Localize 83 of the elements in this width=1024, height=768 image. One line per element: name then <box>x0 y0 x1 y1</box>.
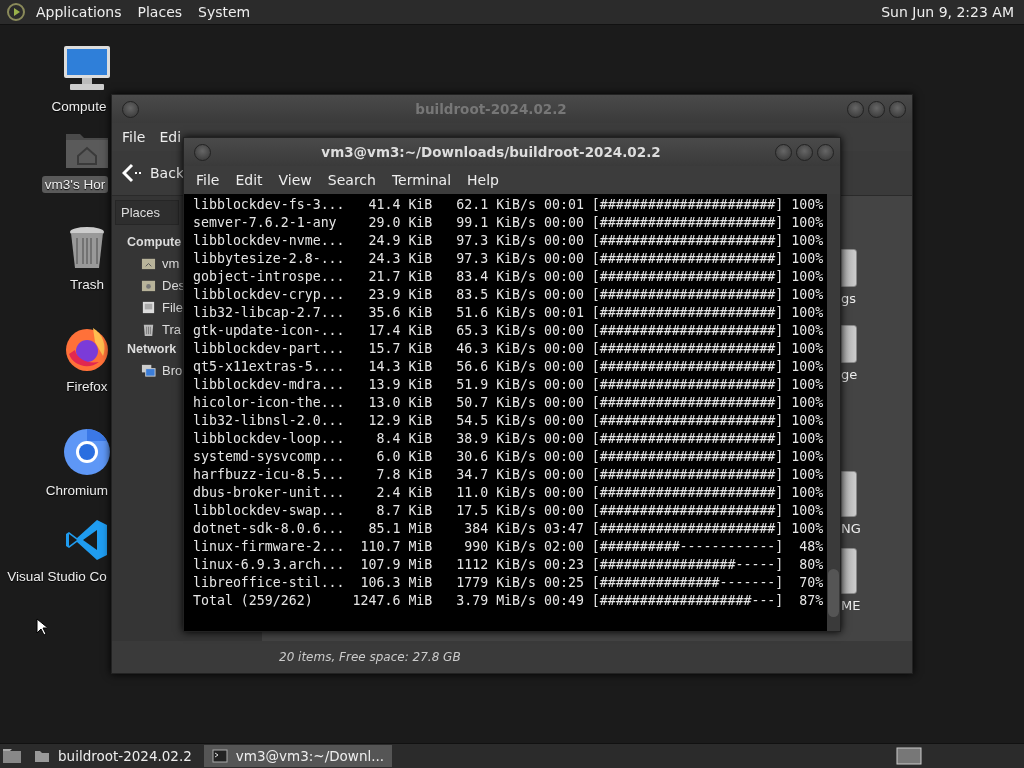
window-control-button[interactable] <box>775 143 792 161</box>
window-title: vm3@vm3:~/Downloads/buildroot-2024.02.2 <box>320 144 662 160</box>
computer-icon <box>62 44 112 92</box>
file-icon[interactable] <box>841 548 857 594</box>
panel-menu[interactable]: Applications <box>30 2 128 22</box>
terminal-line: libbytesize-2.8-... 24.3 KiB 97.3 KiB/s 00:00 [######################] 100% <box>193 250 825 268</box>
item-label[interactable]: gs <box>841 291 857 306</box>
window-control-button[interactable] <box>122 100 139 118</box>
window-control-button[interactable] <box>889 100 906 118</box>
menu-item[interactable]: Edi <box>159 127 182 147</box>
terminal-line: dbus-broker-unit... 2.4 KiB 11.0 KiB/s 00:00 [######################] 100% <box>193 484 825 502</box>
folder-icon <box>34 749 50 763</box>
item-label[interactable]: ME <box>841 598 861 613</box>
terminal-line: lib32-libnsl-2.0... 12.9 KiB 54.5 KiB/s 00:00 [######################] 100% <box>193 412 825 430</box>
terminal-line: hicolor-icon-the... 13.0 KiB 50.7 KiB/s 00:00 [######################] 100% <box>193 394 825 412</box>
desktop-icon-label[interactable]: Chromium <box>42 482 112 499</box>
terminal-line: qt5-x11extras-5.... 14.3 KiB 56.6 KiB/s 00:00 [######################] 100% <box>193 358 825 376</box>
terminal-line: gtk-update-icon-... 17.4 KiB 65.3 KiB/s 00:00 [######################] 100% <box>193 322 825 340</box>
terminal-line: linux-firmware-2... 110.7 MiB 990 KiB/s 02:00 [##########------------] 48% <box>193 538 825 556</box>
workspace-pager-icon[interactable] <box>896 747 922 765</box>
terminal-line: libblockdev-mdra... 13.9 KiB 51.9 KiB/s 00:00 [######################] 100% <box>193 376 825 394</box>
terminal-line: linux-6.9.3.arch... 107.9 MiB 1112 KiB/s 00:23 [#################-----] 80% <box>193 556 825 574</box>
trash-icon <box>68 226 106 270</box>
status-text: 20 items, Free space: 27.8 GB <box>279 650 461 664</box>
panel-menu[interactable]: System <box>192 2 257 22</box>
window-control-button[interactable] <box>817 143 834 161</box>
terminal-line: libblockdev-swap... 8.7 KiB 17.5 KiB/s 00:00 [######################] 100% <box>193 502 825 520</box>
window-control-button[interactable] <box>796 143 813 161</box>
app-icon <box>65 518 109 562</box>
menu-item[interactable]: File <box>188 170 228 190</box>
drive-icon <box>141 299 156 315</box>
folder-icon[interactable] <box>841 249 857 287</box>
back-button[interactable]: Back <box>122 163 184 183</box>
menu-item[interactable]: Terminal <box>383 170 460 190</box>
folder-icon[interactable] <box>841 325 857 363</box>
terminal-icon <box>211 749 228 763</box>
menu-item[interactable]: Help <box>459 170 507 190</box>
terminal-line: libreoffice-stil... 106.3 MiB 1779 KiB/s 00:25 [###############-------] 70% <box>193 574 825 592</box>
item-label[interactable]: NG <box>841 521 861 536</box>
desktop-icon-label[interactable]: Trash <box>67 276 107 293</box>
terminal-line: libblockdev-nvme... 24.9 KiB 97.3 KiB/s 00:00 [######################] 100% <box>193 232 825 250</box>
desktop-icon-label[interactable]: Compute <box>48 98 110 115</box>
task-button[interactable]: vm3@vm3:~/Downl... <box>203 745 393 767</box>
terminal-line: Total (259/262) 1247.6 MiB 3.79 MiB/s 00:49 [###################---] 87% <box>193 592 825 610</box>
terminal-line: libblockdev-part... 15.7 KiB 46.3 KiB/s 00:00 [######################] 100% <box>193 340 825 358</box>
mouse-pointer-icon <box>36 618 47 636</box>
terminal-line: libblockdev-fs-3... 41.4 KiB 62.1 KiB/s 00:01 [######################] 100% <box>193 196 825 214</box>
show-desktop-icon[interactable] <box>2 747 22 765</box>
window-control-button[interactable] <box>194 143 211 161</box>
menu-item[interactable]: View <box>270 170 320 190</box>
menu-item[interactable]: Search <box>319 170 384 190</box>
file-icon[interactable] <box>841 471 857 517</box>
terminal-line: dotnet-sdk-8.0.6... 85.1 MiB 384 KiB/s 03:47 [######################] 100% <box>193 520 825 538</box>
panel-menu[interactable]: Places <box>131 2 189 22</box>
sidebar-item[interactable]: Tra <box>162 321 182 337</box>
desktop-icon-label[interactable]: Visual Studio Co <box>4 568 110 585</box>
terminal-line: harfbuzz-icu-8.5... 7.8 KiB 34.7 KiB/s 00:00 [######################] 100% <box>193 466 825 484</box>
back-arrow-icon <box>122 163 144 183</box>
app-icon <box>63 428 111 476</box>
terminal-line: lib32-libcap-2.7... 35.6 KiB 51.6 KiB/s 00:01 [######################] 100% <box>193 304 825 322</box>
places-dropdown[interactable]: Places <box>115 200 179 225</box>
task-button[interactable]: buildroot-2024.02.2 <box>26 745 200 767</box>
sidebar-item[interactable]: File <box>162 299 183 315</box>
menu-logo-icon[interactable] <box>6 2 26 22</box>
clock[interactable]: Sun Jun 9, 2:23 AM <box>881 4 1018 20</box>
menu-item[interactable]: Edit <box>227 170 271 190</box>
scrollbar-thumb[interactable] <box>828 569 839 617</box>
terminal-line: systemd-sysvcomp... 6.0 KiB 30.6 KiB/s 00:00 [######################] 100% <box>193 448 825 466</box>
window-title: buildroot-2024.02.2 <box>414 101 568 117</box>
network-icon <box>141 362 156 378</box>
sidebar-item[interactable]: vm <box>162 255 180 271</box>
scrollbar[interactable] <box>827 194 840 631</box>
desktop-icon-label[interactable]: vm3's Hor <box>41 176 109 193</box>
desktop-icon-label[interactable]: Firefox <box>63 378 111 395</box>
terminal-line: gobject-introspe... 21.7 KiB 83.4 KiB/s 00:00 [######################] 100% <box>193 268 825 286</box>
menu-item[interactable]: File <box>122 127 146 147</box>
terminal-line: libblockdev-cryp... 23.9 KiB 83.5 KiB/s 00:00 [######################] 100% <box>193 286 825 304</box>
sidebar-item[interactable]: Bro <box>162 362 183 378</box>
window-control-button[interactable] <box>868 100 885 118</box>
item-label[interactable]: ge <box>841 367 858 382</box>
terminal-line: libblockdev-loop... 8.4 KiB 38.9 KiB/s 00:00 [######################] 100% <box>193 430 825 448</box>
terminal-line: semver-7.6.2-1-any 29.0 KiB 99.1 KiB/s 00:00 [######################] 100% <box>193 214 825 232</box>
window-control-button[interactable] <box>847 100 864 118</box>
